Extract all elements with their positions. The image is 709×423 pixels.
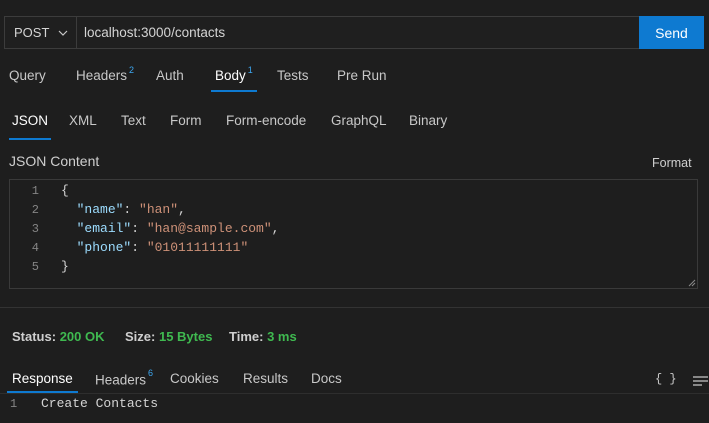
code-text: { [61, 183, 69, 198]
format-button[interactable]: Format [652, 156, 692, 170]
json-key: "email" [76, 221, 132, 236]
editor-line: 2 "name": "han", [10, 200, 186, 219]
response-body: 1 Create Contacts [0, 395, 709, 423]
code-text: "phone": "01011111111" [76, 240, 249, 255]
tab-tests[interactable]: Tests [277, 62, 309, 90]
json-content-title: JSON Content [9, 153, 100, 169]
body-tab-binary[interactable]: Binary [409, 113, 447, 137]
response-tab-headers[interactable]: Headers 6 [95, 368, 154, 388]
resize-grip-icon[interactable] [687, 278, 696, 287]
line-number: 3 [31, 221, 39, 236]
divider [0, 307, 709, 308]
tab-auth[interactable]: Auth [156, 62, 184, 90]
time-info: Time: 3 ms [229, 329, 297, 344]
tab-query[interactable]: Query [9, 62, 46, 90]
code-text: "email": "han@sample.com", [76, 221, 280, 236]
status-value: 200 OK [59, 329, 105, 344]
body-tab-form[interactable]: Form [170, 113, 202, 137]
size-info: Size: 15 Bytes [125, 329, 213, 344]
json-key: "name" [76, 202, 124, 217]
response-tab-docs[interactable]: Docs [311, 371, 342, 386]
url-input[interactable] [77, 17, 639, 48]
editor-line: 1 { [10, 181, 69, 200]
json-string: "han" [139, 202, 179, 217]
editor-line: 3 "email": "han@sample.com", [10, 219, 280, 238]
json-editor[interactable]: 1 { 2 "name": "han", 3 "email": "han@sam… [9, 179, 698, 289]
tab-headers[interactable]: Headers 2 [76, 62, 134, 90]
time-value: 3 ms [267, 329, 297, 344]
body-tab-graphql[interactable]: GraphQL [331, 113, 387, 137]
response-tab-response[interactable]: Response [7, 371, 78, 393]
tab-body[interactable]: Body 1 [211, 62, 257, 92]
editor-line: 4 "phone": "01011111111" [10, 238, 248, 257]
body-count-badge: 1 [247, 65, 253, 75]
response-tab-results[interactable]: Results [243, 371, 288, 386]
editor-line: 5 } [10, 257, 69, 276]
size-value: 15 Bytes [158, 329, 213, 344]
braces-icon[interactable]: { } [655, 372, 677, 386]
chevron-down-icon [58, 30, 68, 36]
response-headers-count-badge: 6 [148, 368, 154, 378]
divider [0, 393, 709, 394]
body-tab-text[interactable]: Text [121, 113, 146, 137]
request-bar: POST Send [4, 16, 704, 49]
headers-count-badge: 2 [129, 65, 135, 75]
code-text: } [61, 259, 69, 274]
send-button[interactable]: Send [639, 16, 704, 49]
line-number: 5 [31, 259, 39, 274]
body-tab-xml[interactable]: XML [69, 113, 97, 137]
json-key: "phone" [76, 240, 132, 255]
response-text: Create Contacts [41, 396, 159, 411]
line-number: 1 [10, 397, 18, 411]
request-tabs: Query Headers 2 Auth Body 1 Tests Pre Run [0, 62, 709, 92]
tab-pre-run[interactable]: Pre Run [337, 62, 387, 90]
line-number: 2 [31, 202, 39, 217]
method-value: POST [14, 25, 50, 40]
body-tab-json[interactable]: JSON [8, 113, 52, 140]
line-number: 1 [31, 183, 39, 198]
json-string: "01011111111" [146, 240, 249, 255]
method-select[interactable]: POST [5, 17, 77, 48]
status-info: Status: 200 OK [12, 329, 105, 344]
response-tabs: Response Headers 6 Cookies Results Docs {… [0, 366, 709, 394]
response-tab-cookies[interactable]: Cookies [170, 371, 219, 386]
code-text: "name": "han", [76, 202, 186, 217]
body-tab-form-encode[interactable]: Form-encode [226, 113, 306, 137]
line-number: 4 [31, 240, 39, 255]
menu-lines-icon[interactable] [692, 375, 709, 387]
json-string: "han@sample.com" [146, 221, 272, 236]
